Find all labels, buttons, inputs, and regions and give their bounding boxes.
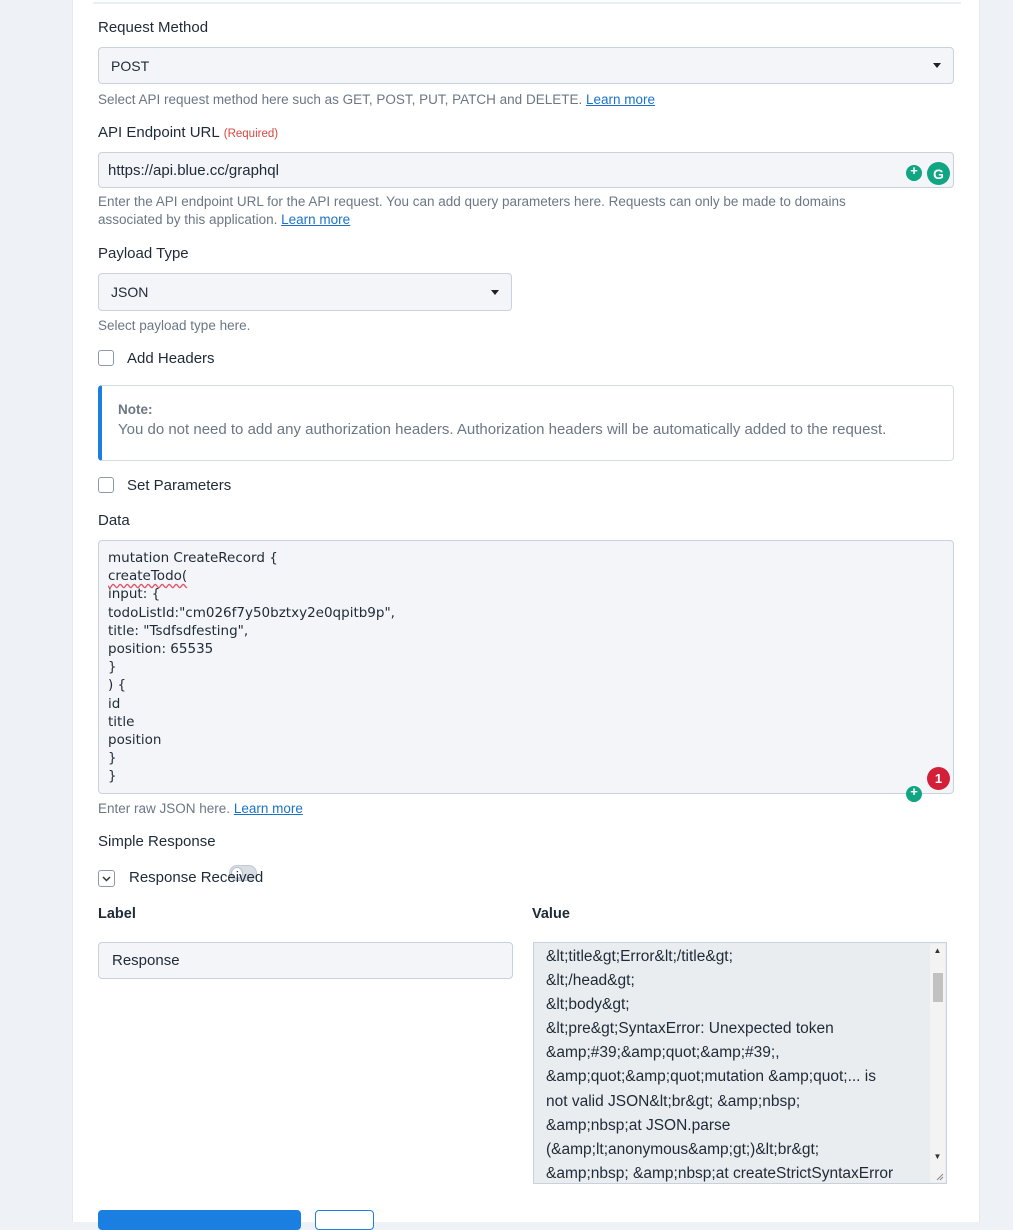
value-column-header: Value [532,906,570,922]
code-line: id [108,695,121,712]
set-parameters-checkbox[interactable] [98,477,114,493]
code-line: createTodo( [108,567,944,585]
value-line: (&amp;lt;anonymous&amp;gt;)&lt;br&gt; [546,1140,820,1158]
chevron-down-icon [102,875,111,882]
response-value-lines: &lt;title&gt;Error&lt;/title&gt; &lt;/he… [546,945,931,1183]
caret-down-icon [933,63,941,68]
value-line: &amp;nbsp; &amp;nbsp;at createStrictSynt… [546,1164,894,1182]
endpoint-help-line-1: Enter the API endpoint URL for the API r… [98,194,846,209]
code-line: input: { [108,586,161,603]
value-line: &lt;title&gt;Error&lt;/title&gt; [546,948,733,965]
code-line: position [108,732,162,749]
response-received-collapse[interactable] [98,870,115,887]
response-label-value: Response [112,952,180,969]
required-indicator: (Required) [223,128,279,140]
add-headers-label: Add Headers [127,350,215,367]
response-value-textarea[interactable]: &lt;title&gt;Error&lt;/title&gt; &lt;/he… [533,942,947,1184]
request-method-select[interactable]: POST [98,47,954,84]
authorization-note: Note: You do not need to add any authori… [98,385,954,461]
value-line: &lt;body&gt; [546,996,630,1014]
payload-type-help: Select payload type here. [98,318,251,333]
data-label: Data [98,512,130,529]
code-line: todoListId:"cm026f7y50bztxy2e0qpitb9p", [108,604,395,621]
request-method-label: Request Method [98,19,209,36]
grammarly-issues-badge[interactable]: 1 [927,767,950,790]
endpoint-label: API Endpoint URL [98,124,220,141]
note-title: Note: [118,402,153,417]
set-parameters-label: Set Parameters [127,477,232,494]
code-line: ) { [108,677,127,694]
data-help-text: Enter raw JSON here. [98,801,231,816]
note-text: You do not need to add any authorization… [118,421,887,438]
endpoint-url-value: https://api.blue.cc/graphql [108,161,279,179]
add-headers-checkbox[interactable] [98,350,114,366]
data-learn-more-link[interactable]: Learn more [234,801,303,816]
payload-type-value: JSON [111,284,149,300]
code-line: } [108,659,117,676]
simple-response-label: Simple Response [98,833,216,850]
code-line: title: "Tsdfsdfesting", [108,622,249,639]
scroll-down-arrow-icon[interactable]: ▼ [930,1152,945,1161]
endpoint-help-line-2-text: associated by this application. [98,212,278,227]
payload-type-select[interactable]: JSON [98,273,512,311]
top-divider [93,2,961,4]
code-line-text: createTodo( [108,568,188,585]
data-textarea[interactable]: mutation CreateRecord { createTodo(input:… [98,540,954,794]
value-scrollbar[interactable]: ▲ ▼ [930,944,945,1182]
grammarly-icon[interactable]: G [927,162,950,185]
code-line: mutation CreateRecord { [108,550,278,566]
value-line: &amp;nbsp;at JSON.parse [546,1116,731,1134]
endpoint-label-row: API Endpoint URL (Required) [98,124,278,141]
code-line: } [108,750,117,767]
resize-handle-icon[interactable] [935,1172,944,1181]
value-line: &amp;quot;&amp;quot;mutation &amp;quot;.… [546,1068,876,1086]
secondary-button[interactable] [315,1210,374,1230]
scrollbar-thumb[interactable] [933,973,943,1002]
endpoint-help: Enter the API endpoint URL for the API r… [98,193,954,229]
request-method-help-text: Select API request method here such as G… [98,92,583,107]
data-help: Enter raw JSON here. Learn more [98,800,303,818]
lightbulb-icon[interactable]: + [906,784,922,802]
code-line: title [108,713,135,730]
caret-down-icon [491,289,499,295]
endpoint-help-line-2: associated by this application. Learn mo… [98,211,954,229]
code-line: position: 65535 [108,641,214,658]
request-method-value: POST [111,57,150,74]
value-line: &lt;/head&gt; [546,972,635,990]
request-method-learn-more-link[interactable]: Learn more [586,92,655,107]
save-button[interactable] [98,1210,301,1230]
label-column-header: Label [98,906,136,922]
response-label-input[interactable]: Response [98,942,513,979]
integration-settings-panel: Request Method POST Select API request m… [72,0,980,1230]
endpoint-learn-more-link[interactable]: Learn more [281,212,350,227]
request-method-help: Select API request method here such as G… [98,91,655,109]
value-line: not valid JSON&lt;br&gt; &amp;nbsp; [546,1092,801,1110]
value-line: &lt;pre&gt;SyntaxError: Unexpected token [546,1020,834,1038]
code-line: } [108,768,117,785]
response-received-label: Response Received [129,869,264,886]
value-line: &amp;#39;&amp;quot;&amp;#39;, [546,1044,780,1062]
scroll-up-arrow-icon[interactable]: ▲ [930,946,945,955]
payload-type-label: Payload Type [98,245,189,262]
endpoint-url-input[interactable]: https://api.blue.cc/graphql [98,152,954,188]
lightbulb-icon[interactable]: + [906,163,922,181]
